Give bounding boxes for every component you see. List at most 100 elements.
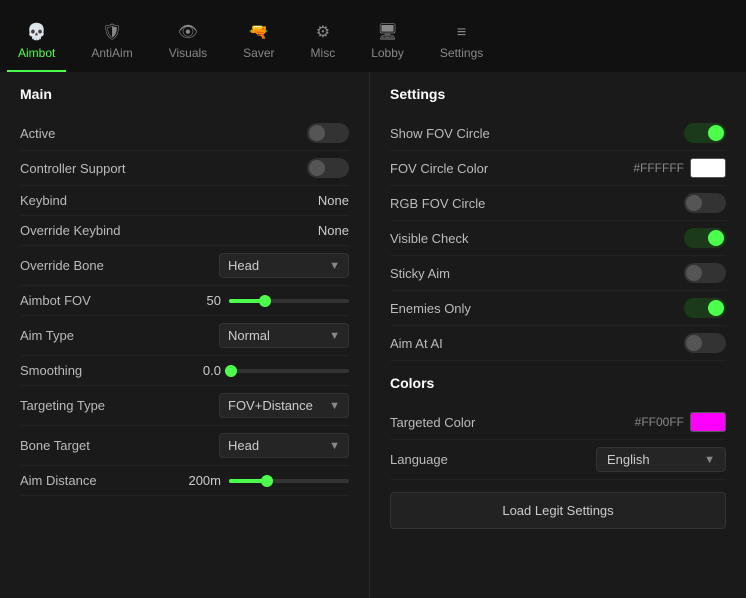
nav-label-visuals: Visuals: [169, 46, 207, 60]
setting-row-aim-at-ai: Aim At AI: [390, 326, 726, 361]
toggle-controller[interactable]: [307, 158, 349, 178]
thumb-aim-distance[interactable]: [261, 475, 273, 487]
toggle-enemies-only[interactable]: [684, 298, 726, 318]
setting-row-visible-check: Visible Check: [390, 221, 726, 256]
left-panel-title: Main: [20, 86, 349, 102]
toggle-visible-check[interactable]: [684, 228, 726, 248]
setting-row-targeted-color: Targeted Color #FF00FF: [390, 405, 726, 440]
label-active: Active: [20, 126, 55, 141]
dropdown-aim-type-value: Normal: [228, 328, 270, 343]
setting-row-aim-distance: Aim Distance 200m: [20, 466, 349, 496]
nav-label-lobby: Lobby: [371, 46, 404, 60]
track-aimbot-fov[interactable]: [229, 299, 349, 303]
label-aim-type: Aim Type: [20, 328, 74, 343]
dropdown-targeting-type-value: FOV+Distance: [228, 398, 313, 413]
label-sticky-aim: Sticky Aim: [390, 266, 450, 281]
label-fov-color: FOV Circle Color: [390, 161, 488, 176]
thumb-aimbot-fov[interactable]: [259, 295, 271, 307]
nav-label-misc: Misc: [311, 46, 336, 60]
toggle-aim-at-ai[interactable]: [684, 333, 726, 353]
right-panel-title: Settings: [390, 86, 726, 102]
fov-color-hex: #FFFFFF: [633, 161, 684, 175]
setting-row-sticky-aim: Sticky Aim: [390, 256, 726, 291]
load-legit-settings-button[interactable]: Load Legit Settings: [390, 492, 726, 529]
setting-row-override-keybind: Override Keybind None: [20, 216, 349, 246]
chevron-down-icon: ▼: [329, 400, 340, 412]
dropdown-bone-target-value: Head: [228, 438, 259, 453]
content: Main Active Controller Support Keybind N…: [0, 72, 746, 598]
slider-row-smoothing: 0.0: [185, 363, 349, 378]
nav-item-antiaim[interactable]: 🛡 AntiAim: [73, 14, 150, 72]
nav-label-settings: Settings: [440, 46, 483, 60]
label-override-bone: Override Bone: [20, 258, 104, 273]
label-rgb-fov: RGB FOV Circle: [390, 196, 485, 211]
setting-row-active: Active: [20, 116, 349, 151]
right-panel: Settings Show FOV Circle FOV Circle Colo…: [370, 72, 746, 598]
nav-item-aimbot[interactable]: 💀 Aimbot: [0, 14, 73, 72]
val-smoothing: 0.0: [185, 363, 221, 378]
chevron-down-icon: ▼: [704, 454, 715, 466]
slider-row-aim-distance: 200m: [185, 473, 349, 488]
dropdown-language[interactable]: English ▼: [596, 447, 726, 472]
fov-color-swatch[interactable]: [690, 158, 726, 178]
setting-row-override-bone: Override Bone Head ▼: [20, 246, 349, 286]
label-bone-target: Bone Target: [20, 438, 90, 453]
targeted-color-right: #FF00FF: [635, 412, 726, 432]
misc-icon: ⚙: [316, 22, 330, 42]
label-smoothing: Smoothing: [20, 363, 82, 378]
nav-item-visuals[interactable]: 👁 Visuals: [151, 14, 225, 72]
label-targeting-type: Targeting Type: [20, 398, 105, 413]
dropdown-override-bone[interactable]: Head ▼: [219, 253, 349, 278]
setting-row-keybind: Keybind None: [20, 186, 349, 216]
nav-item-settings[interactable]: ≡ Settings: [422, 16, 501, 72]
nav-item-misc[interactable]: ⚙ Misc: [293, 14, 354, 72]
nav-label-antiaim: AntiAim: [91, 46, 132, 60]
setting-row-rgb-fov: RGB FOV Circle: [390, 186, 726, 221]
setting-row-bone-target: Bone Target Head ▼: [20, 426, 349, 466]
toggle-sticky-aim[interactable]: [684, 263, 726, 283]
label-aimbot-fov: Aimbot FOV: [20, 293, 91, 308]
label-enemies-only: Enemies Only: [390, 301, 471, 316]
toggle-rgb-fov[interactable]: [684, 193, 726, 213]
dropdown-aim-type[interactable]: Normal ▼: [219, 323, 349, 348]
visuals-icon: 👁: [178, 22, 198, 42]
label-show-fov: Show FOV Circle: [390, 126, 490, 141]
track-smoothing[interactable]: [229, 369, 349, 373]
nav-label-saver: Saver: [243, 46, 274, 60]
thumb-smoothing[interactable]: [225, 365, 237, 377]
label-aim-distance: Aim Distance: [20, 473, 97, 488]
val-aimbot-fov: 50: [185, 293, 221, 308]
chevron-down-icon: ▼: [329, 440, 340, 452]
track-aim-distance[interactable]: [229, 479, 349, 483]
setting-row-aim-type: Aim Type Normal ▼: [20, 316, 349, 356]
value-override-keybind: None: [318, 223, 349, 238]
lobby-icon: 🖥: [377, 22, 397, 42]
label-visible-check: Visible Check: [390, 231, 469, 246]
aimbot-icon: 💀: [27, 22, 47, 42]
slider-row-aimbot-fov: 50: [185, 293, 349, 308]
antiaim-icon: 🛡: [102, 22, 122, 42]
toggle-show-fov[interactable]: [684, 123, 726, 143]
setting-row-controller: Controller Support: [20, 151, 349, 186]
label-override-keybind: Override Keybind: [20, 223, 120, 238]
saver-icon: 🔫: [249, 22, 269, 42]
setting-row-targeting-type: Targeting Type FOV+Distance ▼: [20, 386, 349, 426]
setting-row-aimbot-fov: Aimbot FOV 50: [20, 286, 349, 316]
label-controller: Controller Support: [20, 161, 126, 176]
nav-item-saver[interactable]: 🔫 Saver: [225, 14, 292, 72]
setting-row-smoothing: Smoothing 0.0: [20, 356, 349, 386]
targeted-color-hex: #FF00FF: [635, 415, 684, 429]
label-language: Language: [390, 452, 448, 467]
chevron-down-icon: ▼: [329, 330, 340, 342]
val-aim-distance: 200m: [185, 473, 221, 488]
label-targeted-color: Targeted Color: [390, 415, 475, 430]
setting-row-show-fov: Show FOV Circle: [390, 116, 726, 151]
targeted-color-swatch[interactable]: [690, 412, 726, 432]
dropdown-language-value: English: [607, 452, 650, 467]
settings-icon: ≡: [457, 24, 466, 42]
toggle-active[interactable]: [307, 123, 349, 143]
nav-item-lobby[interactable]: 🖥 Lobby: [353, 14, 422, 72]
dropdown-targeting-type[interactable]: FOV+Distance ▼: [219, 393, 349, 418]
dropdown-bone-target[interactable]: Head ▼: [219, 433, 349, 458]
label-keybind: Keybind: [20, 193, 67, 208]
